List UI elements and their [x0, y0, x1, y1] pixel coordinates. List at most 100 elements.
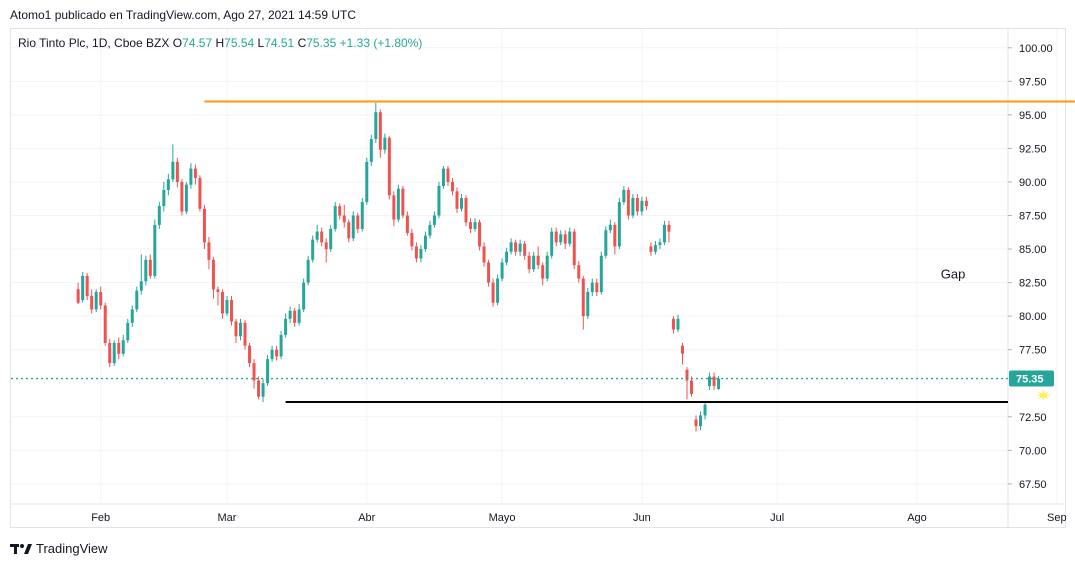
- candle-body: [189, 168, 193, 185]
- candle-body: [423, 235, 427, 250]
- candle-body: [599, 255, 603, 292]
- candle-body: [708, 376, 712, 386]
- y-tick-label: 87.50: [1019, 211, 1047, 223]
- symbol-legend: Rio Tinto Plc, 1D, Cboe BZX O74.57 H75.5…: [18, 36, 422, 50]
- candle-body: [473, 222, 477, 229]
- candle-body: [162, 190, 166, 207]
- x-tick-label: Jun: [633, 512, 651, 524]
- highlight-marker-icon: [1035, 389, 1052, 401]
- candle-body: [193, 168, 197, 178]
- candle-body: [157, 206, 161, 225]
- candle-body: [536, 255, 540, 266]
- candle-body: [180, 181, 184, 212]
- candle-body: [514, 242, 518, 252]
- candle-body: [248, 345, 252, 364]
- candle-body: [396, 188, 400, 220]
- candle-body: [342, 215, 346, 223]
- y-tick-label: 85.00: [1019, 244, 1047, 256]
- candle-body: [491, 282, 495, 303]
- candle-body: [234, 321, 238, 337]
- candle-body: [414, 246, 418, 259]
- candle-body: [608, 224, 612, 231]
- y-tick-label: 80.00: [1019, 311, 1047, 323]
- candle-body: [541, 265, 545, 279]
- candle-body: [207, 242, 211, 260]
- y-tick-label: 72.50: [1019, 412, 1047, 424]
- candle-body: [690, 380, 694, 394]
- candle-body: [640, 200, 644, 212]
- candle-body: [671, 318, 675, 330]
- candle-body: [229, 300, 233, 322]
- candle-body: [288, 310, 292, 319]
- candle-body: [568, 231, 572, 244]
- y-tick-label: 77.50: [1019, 345, 1047, 357]
- candle-body: [532, 255, 536, 270]
- candle-body: [622, 190, 626, 203]
- candle-body: [563, 234, 567, 244]
- candle-body: [505, 251, 509, 263]
- candle-body: [712, 376, 716, 386]
- candle-body: [94, 291, 98, 310]
- candle-body: [243, 322, 247, 346]
- candlestick-chart[interactable]: 100.00 97.50 95.00 92.50 90.00 87.50 85.00 82.5…: [0, 0, 1075, 566]
- tradingview-brand[interactable]: TradingView: [10, 541, 108, 556]
- candle-body: [171, 161, 175, 180]
- y-tick-label: 67.50: [1019, 479, 1047, 491]
- candle-body: [153, 224, 157, 276]
- candle-body: [527, 255, 531, 270]
- low-value: 74.51: [264, 36, 295, 50]
- x-tick-label: Mar: [218, 512, 237, 524]
- candle-body: [270, 349, 274, 360]
- candle-body: [99, 291, 103, 306]
- candle-body: [338, 206, 342, 216]
- candle-body: [202, 208, 206, 243]
- candle-body: [446, 168, 450, 182]
- candle-body: [680, 345, 684, 354]
- candle-body: [279, 334, 283, 357]
- candle-body: [81, 275, 85, 301]
- candle-body: [401, 188, 405, 216]
- candle-body: [135, 290, 139, 310]
- candle-body: [658, 242, 662, 246]
- candle-body: [437, 185, 441, 216]
- candle-body: [360, 202, 364, 229]
- candle-body: [631, 198, 635, 216]
- high-value: 75.54: [224, 36, 255, 50]
- candle-body: [635, 198, 639, 212]
- candle-body: [329, 228, 333, 250]
- candle-body: [166, 179, 170, 191]
- candle-body: [266, 359, 270, 384]
- candle-body: [378, 112, 382, 150]
- candle-body: [699, 415, 703, 427]
- candle-body: [694, 419, 698, 427]
- candle-body: [103, 305, 107, 343]
- candle-body: [311, 239, 315, 260]
- candle-body: [121, 340, 125, 354]
- x-tick-label: Abr: [358, 512, 375, 524]
- candle-body: [351, 215, 355, 239]
- candle-body: [148, 259, 152, 276]
- candle-body: [374, 112, 378, 140]
- time-axis[interactable]: FebMarAbrMayoJunJulAgoSepOctNov: [91, 512, 1075, 524]
- candle-body: [306, 259, 310, 283]
- candle-body: [653, 245, 657, 252]
- candle-body: [320, 231, 324, 243]
- candle-body: [509, 242, 513, 252]
- x-tick-label: Ago: [907, 512, 927, 524]
- candle-body: [239, 322, 243, 337]
- price-axis[interactable]: 100.00 97.50 95.00 92.50 90.00 87.50 85.00 82.5…: [1008, 43, 1054, 491]
- candle-body: [117, 342, 121, 354]
- candle-body: [617, 202, 621, 247]
- candle-body: [428, 224, 432, 236]
- candle-body: [275, 349, 279, 357]
- candle-body: [545, 255, 549, 279]
- close-value: 75.35: [306, 36, 337, 50]
- y-tick-label: 100.00: [1019, 43, 1053, 55]
- candle-body: [387, 137, 391, 196]
- high-label: H: [215, 36, 225, 50]
- x-tick-label: Mayo: [489, 512, 516, 524]
- candle-body: [554, 231, 558, 243]
- candle-body: [297, 309, 301, 323]
- candle-body: [590, 282, 594, 292]
- candle-body: [586, 291, 590, 317]
